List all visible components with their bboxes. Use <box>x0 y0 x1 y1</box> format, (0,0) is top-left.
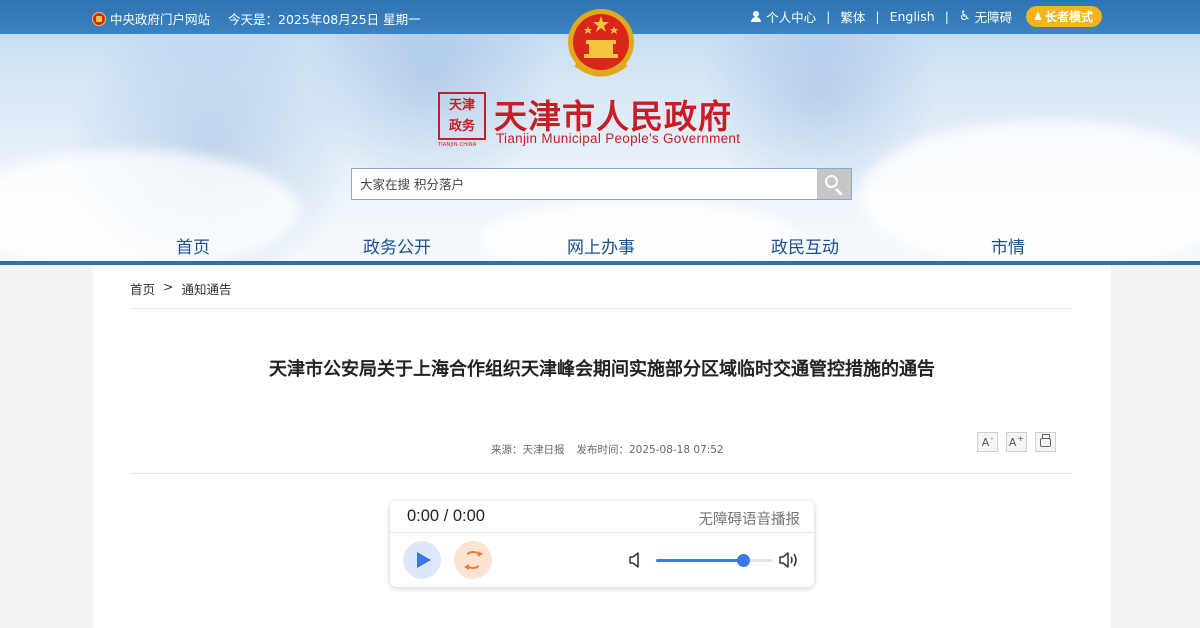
user-icon <box>751 11 762 22</box>
english-link[interactable]: English <box>890 9 935 24</box>
traditional-chinese-link[interactable]: 繁体 <box>840 7 865 26</box>
emblem-icon <box>92 11 106 26</box>
font-decrease-label: A <box>981 435 990 449</box>
player-time: 0:00 / 0:00 <box>407 507 485 525</box>
breadcrumb-separator: > <box>163 279 174 294</box>
article-container: 首页 > 通知通告 天津市公安局关于上海合作组织天津峰会期间实施部分区域临时交通… <box>93 265 1111 628</box>
volume-low-icon[interactable] <box>629 552 643 568</box>
separator: | <box>875 9 880 24</box>
search-button[interactable] <box>817 169 851 199</box>
personal-center-link[interactable]: 个人中心 <box>751 7 816 26</box>
font-increase-sup: + <box>1017 433 1025 443</box>
site-title-en: Tianjin Municipal People's Government <box>496 131 741 146</box>
tianjin-seal-logo: 天津 政务 <box>438 92 486 140</box>
font-increase-button[interactable]: A + <box>1006 432 1027 452</box>
volume-high-icon[interactable] <box>779 551 801 569</box>
audio-player: 0:00 / 0:00 无障碍语音播报 <box>390 501 814 587</box>
header-banner: 中央政府门户网站 今天是：2025年08月25日 星期一 个人中心 | 繁体 |… <box>0 0 1200 262</box>
player-divider <box>390 532 814 533</box>
font-decrease-button[interactable]: A- <box>977 432 998 452</box>
nav-item-interaction[interactable]: 政民互动 <box>771 233 839 258</box>
volume-slider[interactable] <box>656 554 772 567</box>
main-nav: 首页 政务公开 网上办事 政民互动 市情 <box>0 226 1200 262</box>
central-gov-link[interactable]: 中央政府门户网站 <box>110 9 210 28</box>
search-input[interactable] <box>352 169 817 199</box>
play-button[interactable] <box>403 541 441 579</box>
site-logo[interactable]: 天津 政务 TIANJIN·CHINA 天津市人民政府 Tianjin Munic… <box>438 90 768 150</box>
print-button[interactable] <box>1035 432 1056 452</box>
national-emblem-icon <box>568 9 634 77</box>
breadcrumb-home[interactable]: 首页 <box>130 279 155 298</box>
article-meta: 来源：天津日报 发布时间：2025-08-18 07:52 <box>491 442 724 457</box>
divider <box>130 473 1073 474</box>
font-increase-label: A <box>1008 435 1017 449</box>
elder-icon: ♟ <box>1033 10 1043 23</box>
accessibility-label: 无障碍 <box>974 10 1013 25</box>
breadcrumb-current[interactable]: 通知通告 <box>182 279 232 298</box>
player-label: 无障碍语音播报 <box>698 512 801 528</box>
elder-mode-label: 长者模式 <box>1044 10 1093 24</box>
search-icon <box>825 175 838 188</box>
personal-center-label: 个人中心 <box>766 10 817 25</box>
volume-knob[interactable] <box>737 554 750 567</box>
volume-fill <box>656 559 743 562</box>
article-publish-time: 发布时间：2025-08-18 07:52 <box>576 444 724 456</box>
breadcrumb: 首页 > 通知通告 <box>130 279 232 298</box>
nav-item-online-services[interactable]: 网上办事 <box>567 233 635 258</box>
separator: | <box>826 9 831 24</box>
accessibility-link[interactable]: ♿ 无障碍 <box>959 7 1012 26</box>
wheelchair-icon: ♿ <box>958 9 971 24</box>
elder-mode-button[interactable]: ♟ 长者模式 <box>1026 6 1102 27</box>
divider <box>130 308 1073 309</box>
printer-icon <box>1040 433 1051 447</box>
nav-item-city-info[interactable]: 市情 <box>991 233 1025 258</box>
article-source: 来源：天津日报 <box>491 444 565 456</box>
seal-caption: TIANJIN·CHINA <box>438 142 477 148</box>
date-text: 今天是：2025年08月25日 星期一 <box>228 12 421 27</box>
search-box <box>351 168 852 200</box>
font-decrease-sup: - <box>990 433 994 443</box>
nav-item-home[interactable]: 首页 <box>176 233 210 258</box>
nav-item-gov-affairs[interactable]: 政务公开 <box>363 233 431 258</box>
article-tools: A- A + <box>977 432 1064 452</box>
article-title: 天津市公安局关于上海合作组织天津峰会期间实施部分区域临时交通管控措施的通告 <box>269 359 935 380</box>
separator: | <box>944 9 949 24</box>
loop-button[interactable] <box>454 541 492 579</box>
